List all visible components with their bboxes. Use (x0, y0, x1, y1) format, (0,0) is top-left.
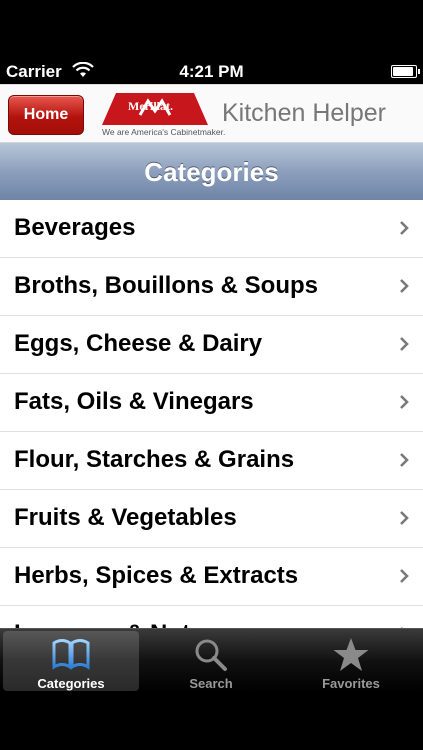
chevron-right-icon (400, 453, 409, 467)
book-icon (52, 639, 90, 670)
chevron-right-icon (400, 511, 409, 525)
tab-categories[interactable]: Categories (3, 631, 139, 691)
tab-bar: Categories Search Favorites (0, 628, 423, 693)
tab-label: Categories (37, 676, 105, 691)
chevron-right-icon (400, 395, 409, 409)
list-item-label: Broths, Bouillons & Soups (14, 272, 318, 299)
list-item-label: Legumes & Nuts (14, 620, 203, 628)
status-time: 4:21 PM (179, 62, 244, 81)
chevron-right-icon (400, 221, 409, 235)
home-button[interactable]: Home (8, 95, 84, 135)
search-icon (195, 639, 227, 671)
list-item[interactable]: Beverages (0, 200, 423, 258)
list-item[interactable]: Broths, Bouillons & Soups (0, 258, 423, 316)
app-title: Kitchen Helper (222, 99, 386, 127)
app-header: Home Merillat. We are America's Cabinetm… (0, 84, 423, 143)
status-bar: Carrier 4:21 PM (0, 0, 423, 84)
list-item-label: Flour, Starches & Grains (14, 446, 295, 473)
chevron-right-icon (400, 279, 409, 293)
list-item[interactable]: Herbs, Spices & Extracts (0, 548, 423, 606)
list-item-label: Herbs, Spices & Extracts (14, 562, 299, 589)
list-item[interactable]: Legumes & Nuts (0, 606, 423, 628)
list-item-label: Fats, Oils & Vinegars (14, 388, 254, 415)
merillat-logo: Merillat. We are America's Cabinetmaker. (102, 93, 225, 139)
list-item[interactable]: Flour, Starches & Grains (0, 432, 423, 490)
battery-icon (391, 65, 420, 78)
list-item-label: Beverages (14, 214, 136, 241)
logo-tagline: We are America's Cabinetmaker. (102, 127, 226, 137)
list-item[interactable]: Fats, Oils & Vinegars (0, 374, 423, 432)
list-item[interactable]: Fruits & Vegetables (0, 490, 423, 548)
navigation-bar: Categories (0, 142, 423, 201)
tab-label: Search (189, 676, 233, 691)
category-list: Beverages Broths, Bouillons & Soups Eggs… (0, 200, 423, 628)
list-item[interactable]: Eggs, Cheese & Dairy (0, 316, 423, 374)
chevron-right-icon (400, 569, 409, 583)
chevron-right-icon (400, 337, 409, 351)
list-item-label: Eggs, Cheese & Dairy (14, 330, 263, 357)
list-item-label: Fruits & Vegetables (14, 504, 237, 531)
tab-label: Favorites (322, 676, 380, 691)
logo-text: Merillat. (128, 99, 173, 113)
bottom-area (0, 692, 423, 750)
tab-favorites[interactable]: Favorites (283, 631, 419, 691)
page-title: Categories (144, 157, 279, 187)
tab-search[interactable]: Search (143, 631, 279, 691)
star-icon (333, 638, 369, 671)
